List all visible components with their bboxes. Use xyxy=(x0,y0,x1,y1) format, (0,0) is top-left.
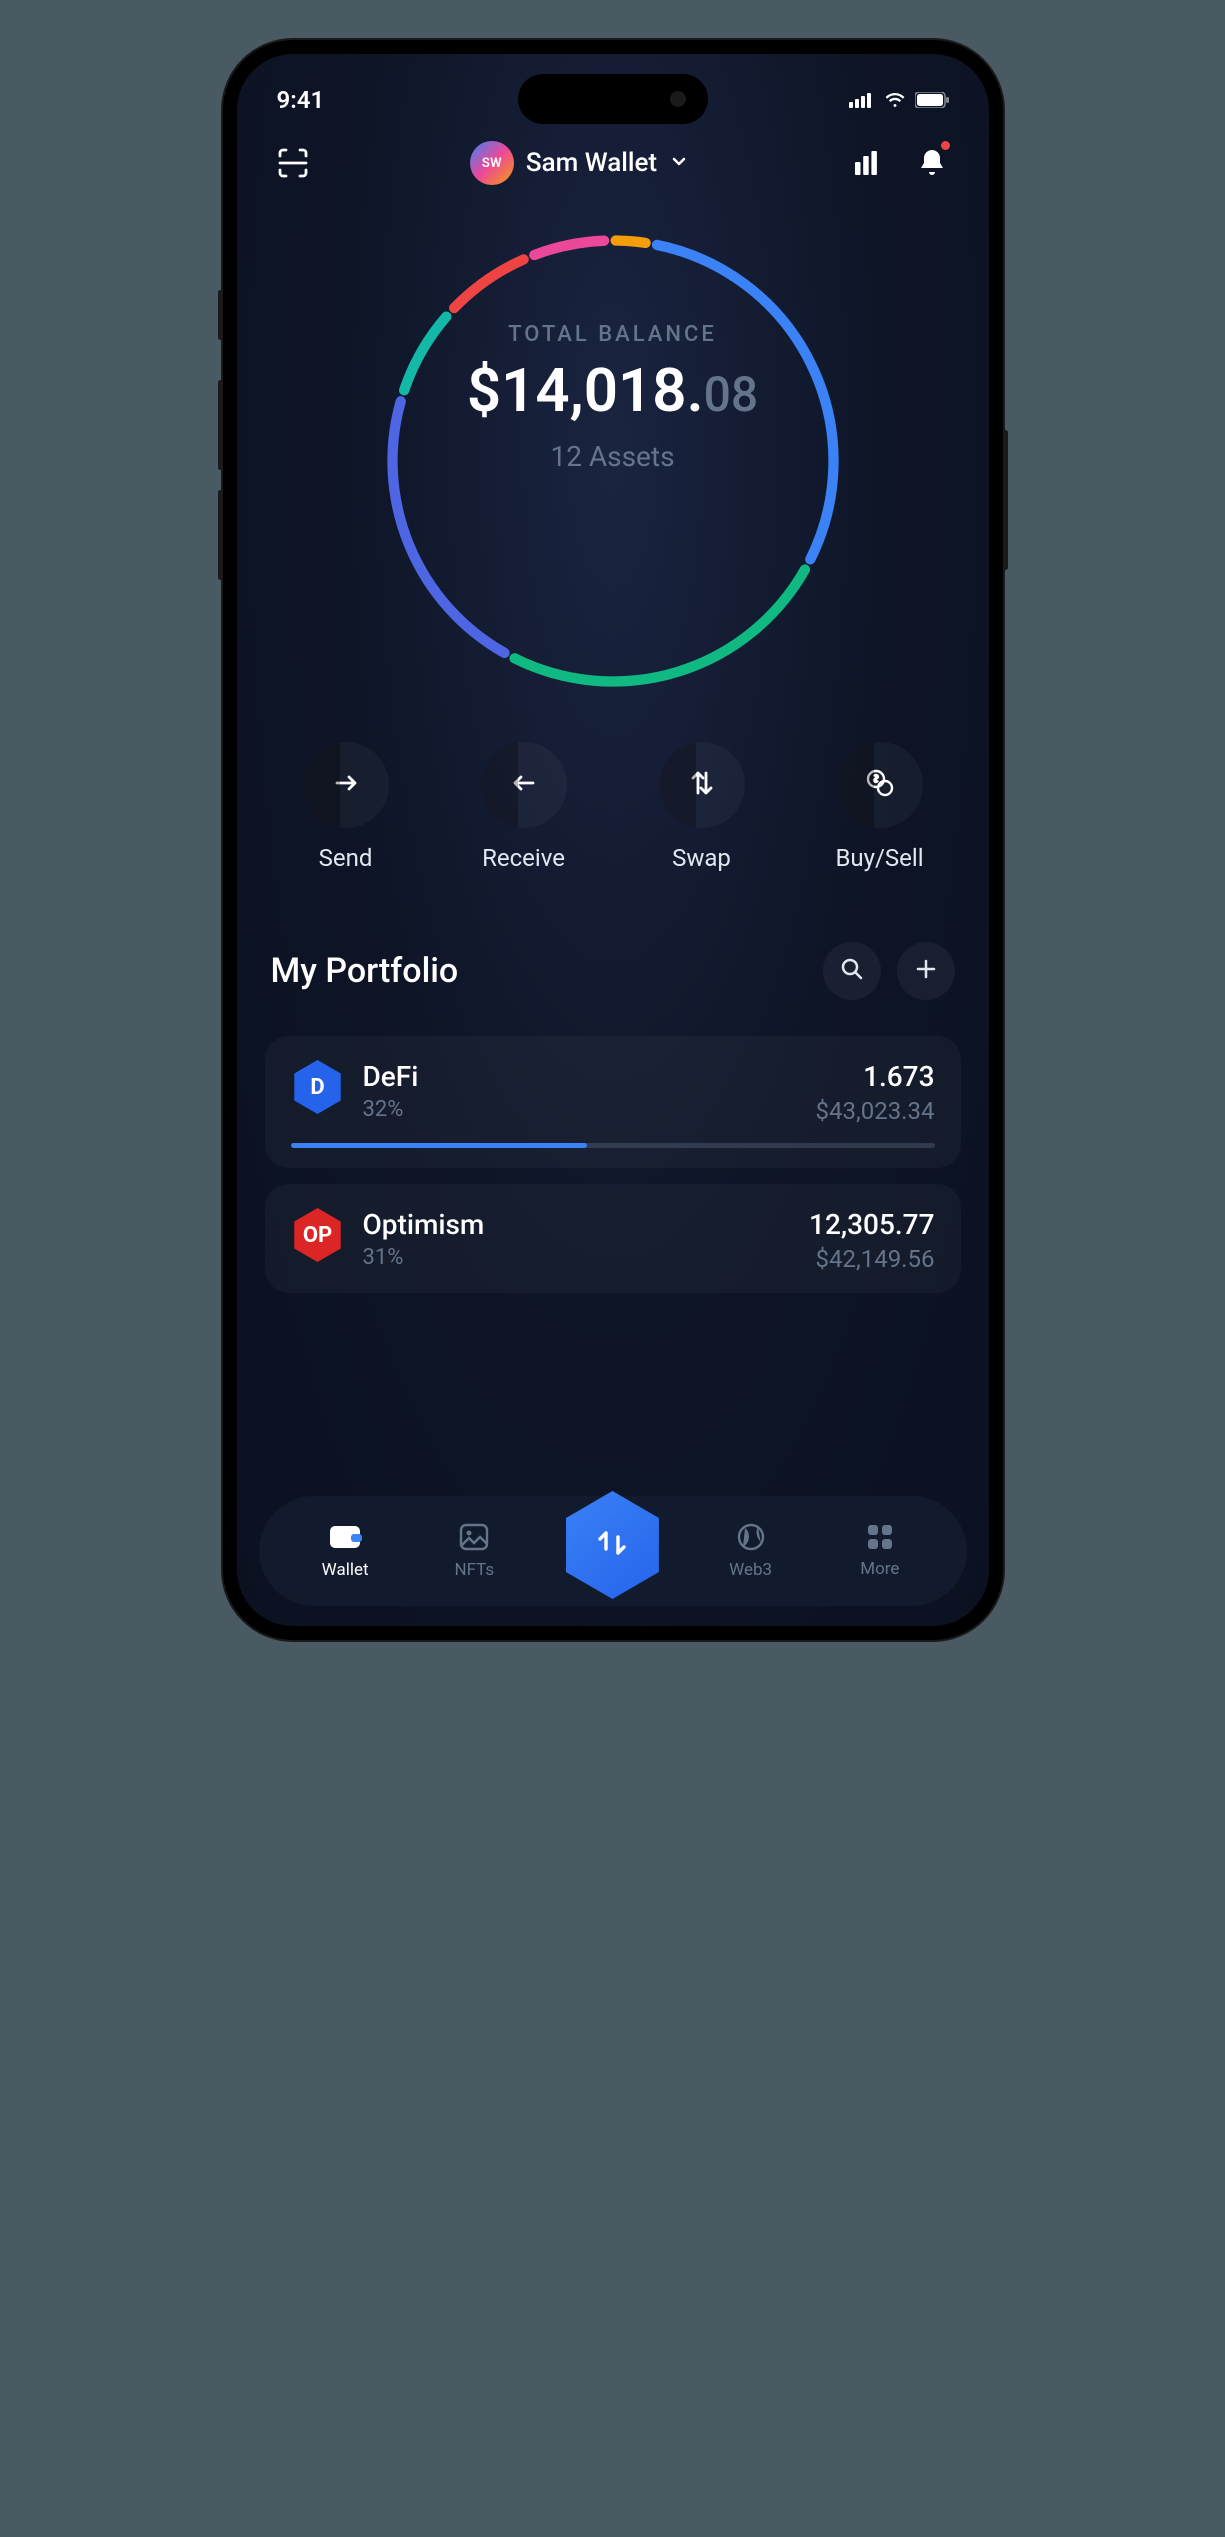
tab-more[interactable]: More xyxy=(835,1523,925,1579)
wallet-avatar: SW xyxy=(470,141,514,185)
quick-actions: Send Receive Swap Buy/Sell xyxy=(237,706,989,872)
asset-amount: 1.673 xyxy=(816,1060,935,1093)
plus-icon xyxy=(913,956,939,986)
asset-name: DeFi xyxy=(363,1060,798,1093)
grid-icon xyxy=(866,1523,894,1555)
tab-label: NFTs xyxy=(454,1560,494,1580)
search-icon xyxy=(839,956,865,986)
asset-card[interactable]: OP Optimism 31% 12,305.77 $42,149.56 xyxy=(265,1184,961,1293)
tab-label: More xyxy=(860,1559,899,1579)
side-button xyxy=(218,290,223,340)
tab-bar: Wallet NFTs Web3 More xyxy=(259,1496,967,1606)
notification-badge xyxy=(939,139,952,152)
wifi-icon xyxy=(883,86,907,114)
action-label: Buy/Sell xyxy=(835,844,923,872)
asset-amount: 12,305.77 xyxy=(809,1208,934,1241)
add-button[interactable] xyxy=(897,942,955,1000)
side-button xyxy=(218,490,223,580)
arrow-right-icon xyxy=(331,768,361,802)
asset-icon: D xyxy=(291,1060,345,1114)
dynamic-island xyxy=(518,74,708,124)
tab-label: Web3 xyxy=(729,1560,772,1580)
asset-name: Optimism xyxy=(363,1208,792,1241)
asset-pct: 31% xyxy=(363,1245,792,1270)
status-time: 9:41 xyxy=(277,86,325,114)
swap-button[interactable]: Swap xyxy=(627,742,777,872)
wallet-selector[interactable]: SW Sam Wallet xyxy=(470,141,689,185)
tab-web3[interactable]: Web3 xyxy=(706,1522,796,1580)
asset-pct: 32% xyxy=(363,1097,798,1122)
tab-label: Wallet xyxy=(322,1560,369,1580)
globe-icon xyxy=(736,1522,766,1556)
image-icon xyxy=(458,1522,490,1556)
send-button[interactable]: Send xyxy=(271,742,421,872)
swap-icon xyxy=(687,768,717,802)
notifications-button[interactable] xyxy=(910,141,954,185)
top-bar: SW Sam Wallet xyxy=(237,124,989,202)
total-balance-value: $14,018.08 xyxy=(467,355,758,426)
wallet-icon xyxy=(328,1522,362,1556)
receive-button[interactable]: Receive xyxy=(449,742,599,872)
coins-icon xyxy=(863,766,897,804)
stats-button[interactable] xyxy=(844,141,888,185)
balance-section: TOTAL BALANCE $14,018.08 12 Assets xyxy=(237,202,989,706)
swap-icon xyxy=(592,1523,632,1567)
tab-nfts[interactable]: NFTs xyxy=(429,1522,519,1580)
action-label: Swap xyxy=(672,844,731,872)
asset-icon: OP xyxy=(291,1208,345,1262)
phone-frame: 9:41 SW Sam Wallet xyxy=(223,40,1003,1640)
battery-icon xyxy=(915,86,949,114)
scan-button[interactable] xyxy=(271,141,315,185)
total-balance-label: TOTAL BALANCE xyxy=(508,322,717,347)
tab-center-swap[interactable] xyxy=(558,1491,666,1599)
signal-icon xyxy=(849,86,875,114)
side-button xyxy=(218,380,223,470)
side-button xyxy=(1003,430,1008,570)
chevron-down-icon xyxy=(669,151,689,175)
assets-count: 12 Assets xyxy=(550,440,674,473)
action-label: Receive xyxy=(482,844,565,872)
avatar-initials: SW xyxy=(482,156,502,171)
asset-usd: $43,023.34 xyxy=(816,1097,935,1125)
arrow-left-icon xyxy=(509,768,539,802)
wallet-name: Sam Wallet xyxy=(526,148,657,178)
search-button[interactable] xyxy=(823,942,881,1000)
buy-sell-button[interactable]: Buy/Sell xyxy=(805,742,955,872)
asset-card[interactable]: D DeFi 32% 1.673 $43,023.34 xyxy=(265,1036,961,1168)
asset-progress xyxy=(291,1143,935,1148)
portfolio-title: My Portfolio xyxy=(271,951,459,991)
action-label: Send xyxy=(319,844,373,872)
tab-wallet[interactable]: Wallet xyxy=(300,1522,390,1580)
asset-usd: $42,149.56 xyxy=(809,1245,934,1273)
portfolio-header: My Portfolio xyxy=(237,872,989,1020)
asset-list: D DeFi 32% 1.673 $43,023.34 OP Optimism … xyxy=(237,1020,989,1293)
screen: 9:41 SW Sam Wallet xyxy=(237,54,989,1626)
